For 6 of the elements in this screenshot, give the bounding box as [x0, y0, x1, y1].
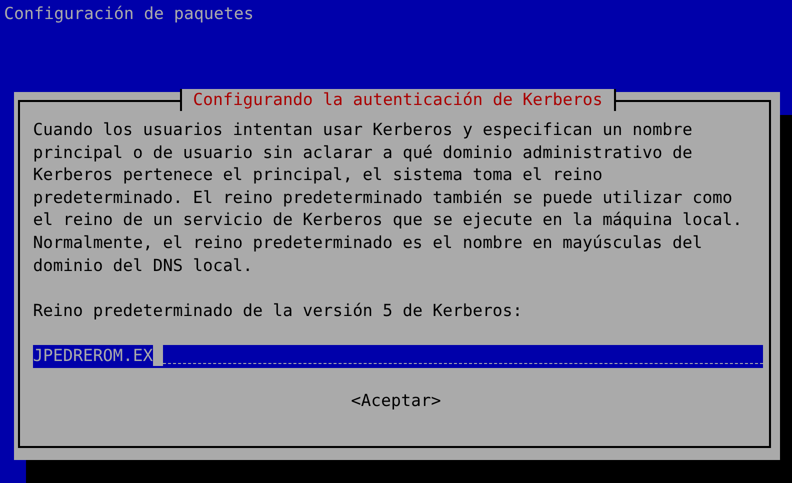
window-title: Configuración de paquetes: [3, 3, 255, 25]
ok-button[interactable]: <Aceptar>: [351, 390, 441, 413]
dialog-title: Configurando la autenticación de Kerberos: [180, 89, 616, 111]
input-field[interactable]: JPEDREROM.EX: [33, 344, 763, 368]
dialog-message: Cuando los usuarios intentan usar Kerberos y especifican un nombre principal o de usuario sin aclarar a qué dominio administrativo de Kerberos pertenece el principal, el sistema toma el reino predeterminado. El reino predeterminado también se puede utilizar como el reino de un servicio de Kerberos que se ejecute en la máquina local. Normalmente, el reino predeterminado es el nombre en mayúsculas del dominio del DNS local.: [33, 119, 744, 277]
field-prompt: Reino predeterminado de la versión 5 de Kerberos:: [33, 300, 524, 322]
